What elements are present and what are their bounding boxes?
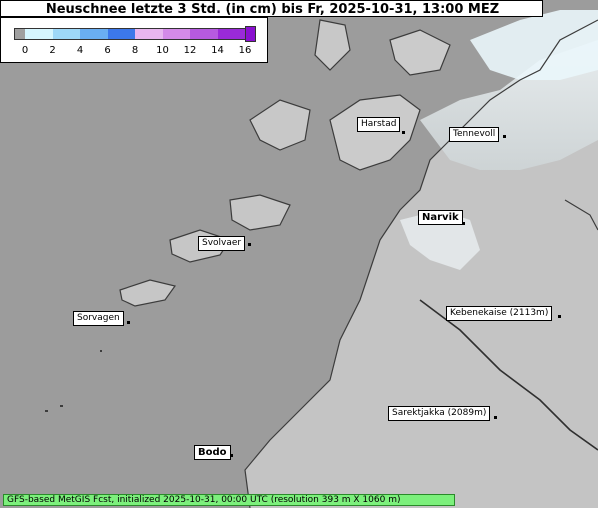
legend-swatch-0 <box>14 28 25 40</box>
legend-swatch-7 <box>190 28 218 40</box>
place-label-narvik: Narvik <box>418 210 463 225</box>
place-label-kebenekaise: Kebenekaise (2113m) <box>446 306 553 321</box>
legend-swatch-8 <box>217 28 245 40</box>
legend-tick-label: 6 <box>104 45 111 56</box>
legend: 0 2 4 6 8 10 12 14 16 <box>0 17 268 63</box>
place-marker-tennevoll <box>503 135 506 138</box>
legend-tick-label: 2 <box>49 45 56 56</box>
place-marker-harstad <box>402 131 405 134</box>
snowfall-map: Neuschnee letzte 3 Std. (in cm) bis Fr, … <box>0 0 598 508</box>
legend-tick-label: 10 <box>156 45 169 56</box>
place-label-bodo: Bodo <box>194 445 231 460</box>
place-label-sarektjakka: Sarektjakka (2089m) <box>388 406 491 421</box>
legend-swatch-5 <box>135 28 163 40</box>
map-terrain <box>0 0 598 508</box>
place-label-tennevoll: Tennevoll <box>449 127 500 142</box>
legend-swatch-1 <box>25 28 53 40</box>
place-marker-bodo <box>230 454 233 457</box>
forecast-info-footer: GFS-based MetGIS Fcst, initialized 2025-… <box>3 494 455 506</box>
legend-tick-label: 4 <box>76 45 84 56</box>
place-marker-sorvagen <box>127 321 130 324</box>
legend-swatch-2 <box>52 28 80 40</box>
legend-tick-label: 12 <box>183 45 197 56</box>
place-label-sorvagen: Sorvagen <box>73 311 124 326</box>
map-title-box: Neuschnee letzte 3 Std. (in cm) bis Fr, … <box>0 0 543 17</box>
legend-swatch-6 <box>162 28 190 40</box>
place-marker-svolvaer <box>248 243 251 246</box>
place-marker-kebenekaise <box>558 315 561 318</box>
legend-tick-label: 0 <box>21 45 29 56</box>
place-marker-sarektjakka <box>494 416 497 419</box>
legend-tick-label: 14 <box>211 45 224 56</box>
legend-tick-label: 8 <box>131 45 139 56</box>
legend-tick-label: 16 <box>238 45 252 56</box>
legend-swatch-max <box>245 26 256 42</box>
place-label-svolvaer: Svolvaer <box>198 236 246 251</box>
place-label-harstad: Harstad <box>357 117 401 132</box>
place-marker-narvik <box>462 222 465 225</box>
legend-swatch-4 <box>107 28 135 40</box>
legend-swatch-3 <box>80 28 108 40</box>
map-title: Neuschnee letzte 3 Std. (in cm) bis Fr, … <box>45 2 500 17</box>
